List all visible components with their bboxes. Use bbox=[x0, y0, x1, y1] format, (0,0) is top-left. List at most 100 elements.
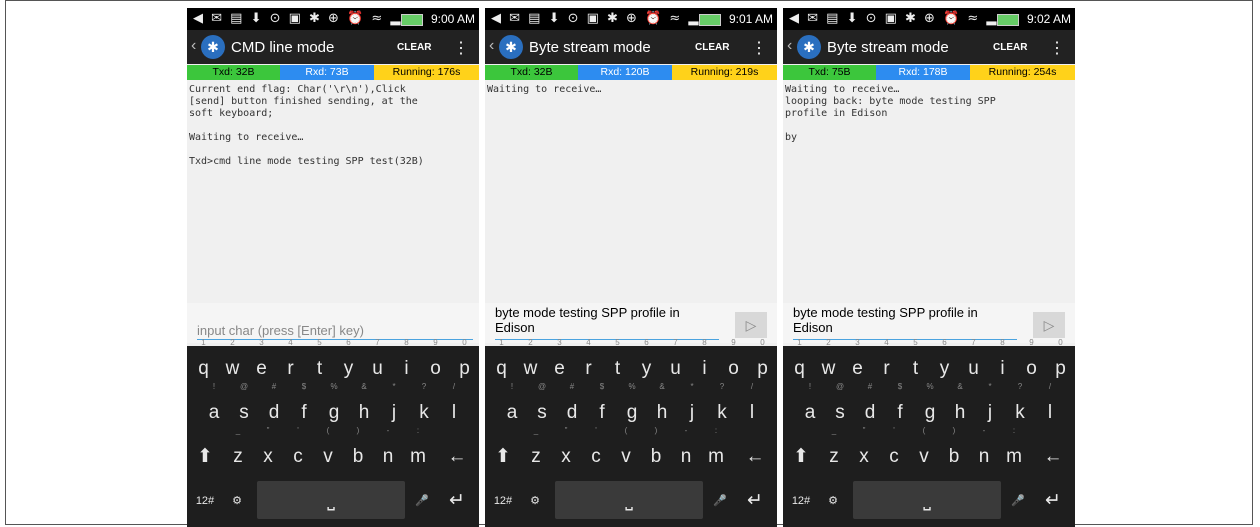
key-hint: ? bbox=[421, 382, 427, 391]
key-label: p bbox=[1055, 358, 1066, 379]
shift-arrow-icon[interactable]: ⬆ bbox=[489, 437, 517, 475]
key-z[interactable]: _ z bbox=[819, 426, 849, 475]
space-bar[interactable]: ⎵ bbox=[257, 481, 405, 519]
key-hint: @ bbox=[835, 382, 845, 391]
key-b[interactable]: ) b bbox=[641, 426, 671, 475]
space-bar[interactable]: ⎵ bbox=[853, 481, 1001, 519]
terminal-log: Waiting to receive… looping back: byte m… bbox=[785, 84, 996, 143]
key-m[interactable]: :m bbox=[403, 426, 433, 475]
rxd-counter: Rxd: 178B bbox=[876, 65, 970, 80]
settings-gear-icon[interactable]: ⚙ bbox=[819, 481, 847, 519]
back-icon[interactable]: ‹ bbox=[191, 37, 196, 55]
action-bar: ‹ ✱ Byte stream mode CLEAR ⋮ bbox=[783, 30, 1075, 64]
overflow-menu-icon[interactable]: ⋮ bbox=[747, 38, 771, 58]
key-hint: 9 bbox=[731, 338, 736, 347]
key-label: f bbox=[897, 402, 903, 423]
key-hint: ( bbox=[624, 426, 628, 435]
key-hint: $ bbox=[599, 382, 605, 391]
key-hint: 8 bbox=[1000, 338, 1005, 347]
key-l[interactable]: / l bbox=[1035, 382, 1065, 431]
key-z[interactable]: _ z bbox=[223, 426, 253, 475]
key-b[interactable]: ) b bbox=[343, 426, 373, 475]
key-label: o bbox=[1026, 358, 1037, 379]
enter-icon[interactable]: ↵ bbox=[1035, 481, 1071, 519]
space-bar[interactable]: ⎵ bbox=[555, 481, 703, 519]
backspace-icon[interactable]: ← bbox=[737, 437, 773, 475]
keyboard-row-3: _ z " x ' c(v) b - n: m ⬆ ← bbox=[783, 426, 1075, 478]
key-hint: # bbox=[271, 382, 277, 391]
key-n[interactable]: -n bbox=[969, 426, 999, 475]
settings-gear-icon[interactable]: ⚙ bbox=[223, 481, 251, 519]
backspace-icon[interactable]: ← bbox=[1035, 437, 1071, 475]
overflow-menu-icon[interactable]: ⋮ bbox=[1045, 38, 1069, 58]
send-button[interactable]: ▷ bbox=[735, 312, 767, 338]
key-l[interactable]: / l bbox=[439, 382, 469, 431]
key-hint: 3 bbox=[855, 338, 860, 347]
key-label: g bbox=[328, 402, 340, 423]
symbols-key[interactable]: 12# bbox=[787, 481, 815, 519]
key-n[interactable]: -n bbox=[373, 426, 403, 475]
key-hint: 6 bbox=[942, 338, 947, 347]
key-label: q bbox=[198, 358, 209, 379]
key-x[interactable]: " x bbox=[551, 426, 581, 475]
back-icon[interactable]: ‹ bbox=[489, 37, 494, 55]
counters-bar: Txd: 32B Rxd: 120B Running: 219s bbox=[485, 65, 777, 80]
key-v[interactable]: (v bbox=[909, 426, 939, 475]
key-hint: @ bbox=[239, 382, 249, 391]
message-input[interactable]: byte mode testing SPP profile in Edison bbox=[793, 305, 1017, 340]
phone-screen-1: ◀ ✉ ▤ ⬇ ⊙ ▣ ✱ ⊕ ⏰ ≈ ▂ 9:00 AM ‹ ✱ CMD line m… bbox=[187, 8, 479, 527]
key-m[interactable]: :m bbox=[701, 426, 731, 475]
send-button[interactable]: ▷ bbox=[1033, 312, 1065, 338]
key-l[interactable]: / l bbox=[737, 382, 767, 431]
key-v[interactable]: (v bbox=[313, 426, 343, 475]
key-x[interactable]: " x bbox=[253, 426, 283, 475]
enter-icon[interactable]: ↵ bbox=[737, 481, 773, 519]
clear-button[interactable]: CLEAR bbox=[695, 42, 729, 53]
microphone-icon[interactable]: 🎤 bbox=[409, 481, 435, 519]
symbols-key[interactable]: 12# bbox=[191, 481, 219, 519]
key-hint: 5 bbox=[615, 338, 620, 347]
symbols-key[interactable]: 12# bbox=[489, 481, 517, 519]
message-input[interactable]: byte mode testing SPP profile in Edison bbox=[495, 305, 719, 340]
microphone-icon[interactable]: 🎤 bbox=[1005, 481, 1031, 519]
key-label: q bbox=[496, 358, 507, 379]
overflow-menu-icon[interactable]: ⋮ bbox=[449, 38, 473, 58]
backspace-icon[interactable]: ← bbox=[439, 437, 475, 475]
key-m[interactable]: :m bbox=[999, 426, 1029, 475]
key-c[interactable]: ' c bbox=[283, 426, 313, 475]
key-label: p bbox=[757, 358, 768, 379]
key-c[interactable]: ' c bbox=[581, 426, 611, 475]
key-hint: 1 bbox=[201, 338, 206, 347]
keyboard-row-4: 12# ⚙ ⎵ 🎤 ↵ bbox=[485, 478, 777, 522]
key-label: w bbox=[225, 358, 240, 379]
key-hint: * bbox=[988, 382, 992, 391]
key-n[interactable]: -n bbox=[671, 426, 701, 475]
key-label: c bbox=[293, 446, 303, 467]
key-hint: % bbox=[628, 382, 636, 391]
clear-button[interactable]: CLEAR bbox=[397, 42, 431, 53]
clear-button[interactable]: CLEAR bbox=[993, 42, 1027, 53]
key-x[interactable]: " x bbox=[849, 426, 879, 475]
microphone-icon[interactable]: 🎤 bbox=[707, 481, 733, 519]
key-label: y bbox=[343, 358, 354, 379]
shift-arrow-icon[interactable]: ⬆ bbox=[787, 437, 815, 475]
screen-title: CMD line mode bbox=[231, 39, 335, 56]
key-label: x bbox=[263, 446, 273, 467]
key-z[interactable]: _ z bbox=[521, 426, 551, 475]
back-icon[interactable]: ‹ bbox=[787, 37, 792, 55]
key-hint: & bbox=[659, 382, 665, 391]
shift-arrow-icon[interactable]: ⬆ bbox=[191, 437, 219, 475]
terminal-log: Waiting to receive… bbox=[487, 84, 602, 95]
settings-gear-icon[interactable]: ⚙ bbox=[521, 481, 549, 519]
key-hint: $ bbox=[301, 382, 307, 391]
key-b[interactable]: ) b bbox=[939, 426, 969, 475]
key-hint: ? bbox=[719, 382, 725, 391]
status-bar: ◀ ✉ ▤ ⬇ ⊙ ▣ ✱ ⊕ ⏰ ≈ ▂ 9:02 AM bbox=[783, 8, 1075, 30]
key-c[interactable]: ' c bbox=[879, 426, 909, 475]
enter-icon[interactable]: ↵ bbox=[439, 481, 475, 519]
key-hint: : bbox=[1012, 426, 1016, 435]
key-v[interactable]: (v bbox=[611, 426, 641, 475]
status-bar: ◀ ✉ ▤ ⬇ ⊙ ▣ ✱ ⊕ ⏰ ≈ ▂ 9:00 AM bbox=[187, 8, 479, 30]
key-hint: & bbox=[361, 382, 367, 391]
key-label: m bbox=[410, 446, 426, 467]
